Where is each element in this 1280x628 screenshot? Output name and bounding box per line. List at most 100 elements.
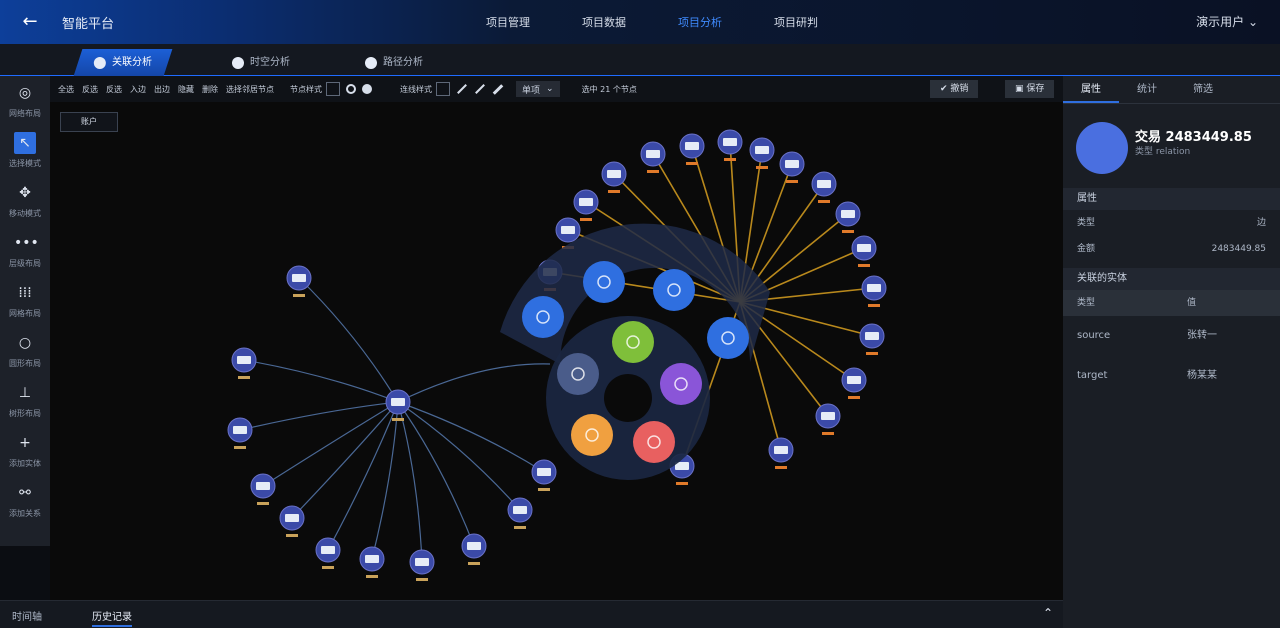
tab-history[interactable]: 历史记录 (92, 608, 132, 627)
nav-item-project-management[interactable]: 项目管理 (486, 14, 582, 30)
related-row-source[interactable]: source 张转一 (1063, 316, 1280, 356)
tab-spacetime-analysis[interactable]: 时空分析 (232, 49, 290, 76)
action-out-edges[interactable]: 出边 (154, 84, 170, 95)
node-style-square-icon[interactable] (326, 82, 340, 96)
save-button[interactable]: ▣ 保存 (1005, 80, 1055, 98)
attributes-heading: 属性 (1063, 188, 1280, 210)
tool-tree-layout[interactable]: ⊥ 树形布局 (0, 376, 50, 426)
graph-node-right[interactable] (835, 201, 861, 233)
graph-node-left[interactable] (286, 265, 312, 297)
graph-node-left[interactable] (315, 537, 341, 569)
action-in-edges[interactable]: 入边 (130, 84, 146, 95)
tab-label: 路径分析 (383, 57, 423, 68)
graph-node-hub-left[interactable] (385, 389, 411, 421)
menu-export-icon[interactable] (571, 414, 613, 456)
graph-node-left[interactable] (227, 417, 253, 449)
app-title: 智能平台 (62, 17, 115, 32)
edge-style-medium-icon[interactable] (475, 84, 485, 94)
graph-node-left[interactable] (409, 549, 435, 581)
graph-node-left[interactable] (231, 347, 257, 379)
graph-node-right[interactable] (749, 137, 775, 169)
tool-add-relation[interactable]: ⚯ 添加关系 (0, 476, 50, 526)
graph-node-right[interactable] (573, 189, 599, 221)
related-heading: 关联的实体 (1063, 268, 1280, 290)
action-select-neighbors[interactable]: 选择邻居节点 (226, 84, 274, 95)
relation-icon: ⚯ (19, 485, 31, 501)
tree-icon: ⊥ (18, 385, 32, 401)
edge-style-box-icon[interactable] (436, 82, 450, 96)
grid-icon: ⁞⁞⁞ (18, 285, 32, 301)
tab-link-analysis[interactable]: 关联分析 (73, 49, 173, 76)
edge-style-thin-icon[interactable] (457, 84, 467, 94)
plus-icon: + (19, 435, 31, 451)
tool-hierarchy-layout[interactable]: ••• 层级布局 (0, 226, 50, 276)
graph-node-right[interactable] (811, 171, 837, 203)
graph-node-right[interactable] (601, 161, 627, 193)
tool-select-mode[interactable]: ↖ 选择模式 (0, 126, 50, 176)
user-menu[interactable]: 演示用户 ⌄ (1196, 13, 1258, 30)
action-invert[interactable]: 反选 (82, 84, 98, 95)
entity-type: 类型 relation (1135, 147, 1191, 157)
menu-user-icon[interactable] (660, 363, 702, 405)
related-row-target[interactable]: target 杨某某 (1063, 356, 1280, 396)
tool-add-entity[interactable]: + 添加实体 (0, 426, 50, 476)
action-select-all[interactable]: 全选 (58, 84, 74, 95)
graph-node-right[interactable] (717, 129, 743, 161)
undo-button[interactable]: ✔ 撤销 (930, 80, 979, 98)
graph-node-left[interactable] (359, 546, 385, 578)
graph-toolbar: 全选 反选 反选 入边 出边 隐藏 删除 选择邻居节点 节点样式 连线样式 单项… (50, 76, 1063, 102)
action-hide[interactable]: 隐藏 (178, 84, 194, 95)
menu-hide-icon[interactable] (557, 353, 599, 395)
menu-document-icon[interactable] (653, 269, 695, 311)
graph-node-right[interactable] (679, 133, 705, 165)
graph-node-left[interactable] (250, 473, 276, 505)
circle-icon: ○ (18, 335, 32, 351)
graph-node-right[interactable] (861, 275, 887, 307)
menu-group-icon[interactable] (612, 321, 654, 363)
graph-node-right[interactable] (815, 403, 841, 435)
graph-canvas[interactable]: 账户 (50, 102, 1063, 600)
attr-key: 金额 (1077, 244, 1096, 254)
graph-node-right[interactable] (851, 235, 877, 267)
relation-graph[interactable] (50, 102, 1063, 600)
nav-item-project-data[interactable]: 项目数据 (582, 14, 678, 30)
tab-timeline[interactable]: 时间轴 (12, 608, 42, 623)
menu-target-icon[interactable] (583, 261, 625, 303)
graph-node-right[interactable] (779, 151, 805, 183)
tool-circle-layout[interactable]: ○ 圆形布局 (0, 326, 50, 376)
tool-label: 添加实体 (9, 459, 41, 468)
graph-node-right[interactable] (768, 437, 794, 469)
back-arrow-icon[interactable]: ← (18, 10, 42, 34)
graph-node-right[interactable] (841, 367, 867, 399)
graph-node-left[interactable] (531, 459, 557, 491)
graph-node-left[interactable] (279, 505, 305, 537)
menu-link-icon[interactable] (707, 317, 749, 359)
properties-panel: 属性 统计 筛选 交易 2483449.85 类型 relation 属性 类型… (1063, 76, 1280, 628)
action-delete[interactable]: 删除 (202, 84, 218, 95)
tool-grid-layout[interactable]: ⁞⁞⁞ 网格布局 (0, 276, 50, 326)
main-nav: 项目管理 项目数据 项目分析 项目研判 (486, 14, 870, 30)
graph-node-left[interactable] (461, 533, 487, 565)
nav-item-project-judgement[interactable]: 项目研判 (774, 14, 870, 30)
menu-calendar-icon[interactable] (522, 296, 564, 338)
action-invert-2[interactable]: 反选 (106, 84, 122, 95)
select-mode-dropdown[interactable]: 单项 ⌄ (516, 81, 560, 97)
node-style-dot-icon[interactable] (362, 84, 372, 94)
graph-node-left[interactable] (507, 497, 533, 529)
node-style-ring-icon[interactable] (346, 84, 356, 94)
menu-delete-icon[interactable] (633, 421, 675, 463)
undo-label: 撤销 (950, 84, 969, 94)
tab-properties[interactable]: 属性 (1063, 76, 1119, 103)
tool-network-layout[interactable]: ◎ 网络布局 (0, 76, 50, 126)
chevron-up-icon[interactable]: ⌃ (1043, 606, 1053, 620)
related-header-key: 类型 (1077, 298, 1096, 308)
tool-move-mode[interactable]: ✥ 移动模式 (0, 176, 50, 226)
tab-path-analysis[interactable]: 路径分析 (365, 49, 423, 76)
save-icon: ▣ (1015, 84, 1027, 94)
tab-filter[interactable]: 筛选 (1175, 76, 1231, 103)
nav-item-project-analysis[interactable]: 项目分析 (678, 14, 774, 30)
edge-style-thick-icon[interactable] (492, 83, 504, 95)
related-value: 张转一 (1187, 330, 1217, 341)
tab-statistics[interactable]: 统计 (1119, 76, 1175, 103)
graph-node-right[interactable] (859, 323, 885, 355)
